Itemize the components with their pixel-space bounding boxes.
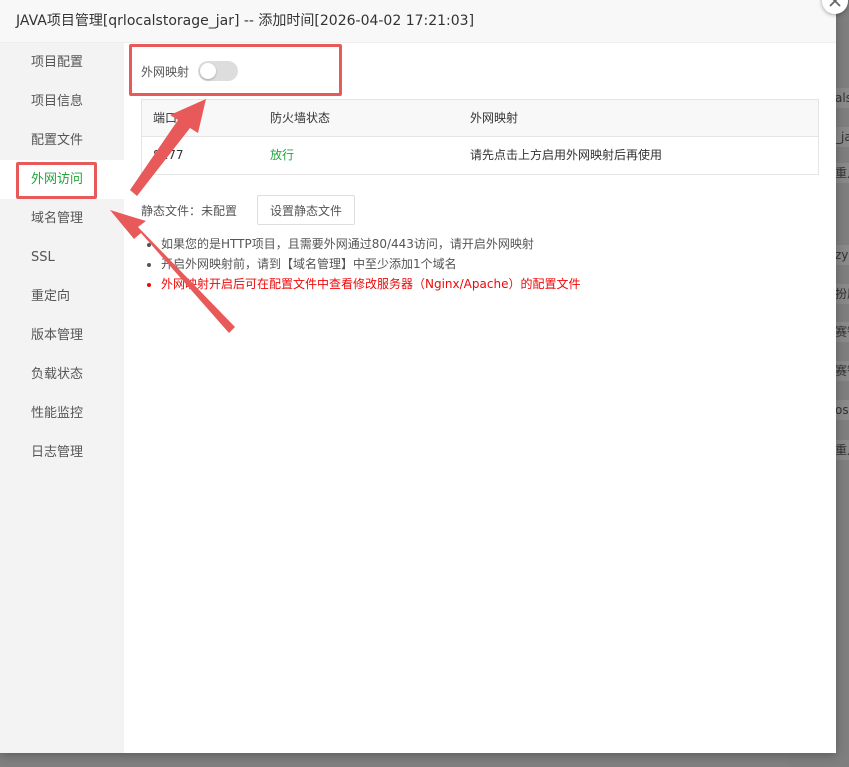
- help-note-warning: 外网映射开启后可在配置文件中查看修改服务器（Nginx/Apache）的配置文件: [161, 274, 580, 294]
- background-fragment: 重点: [835, 440, 849, 460]
- sidebar: 项目配置 项目信息 配置文件 外网访问 域名管理 SSL 重定向 版本管理 负载…: [0, 43, 124, 753]
- sidebar-item-redirect[interactable]: 重定向: [0, 277, 124, 316]
- background-fragment: osl: [835, 400, 849, 420]
- sidebar-item-performance-monitor[interactable]: 性能监控: [0, 394, 124, 433]
- help-notes: 如果您的是HTTP项目，且需要外网通过80/443访问，请开启外网映射 开启外网…: [145, 234, 580, 294]
- column-header-firewall: 防火墙状态: [270, 111, 331, 125]
- static-file-status: 静态文件：未配置: [141, 203, 238, 218]
- sidebar-item-config-file[interactable]: 配置文件: [0, 121, 124, 160]
- sidebar-item-log-management[interactable]: 日志管理: [0, 433, 124, 472]
- background-fragment: 赛智: [835, 322, 849, 342]
- background-fragment: 重点: [835, 163, 849, 183]
- main-content: 外网映射 端口 防火墙状态 外网映射 8177 放行 请先点击上方启用外网映射后…: [125, 43, 836, 753]
- background-fragment: als: [835, 88, 849, 108]
- port-table: 端口 防火墙状态 外网映射 8177 放行 请先点击上方启用外网映射后再使用: [141, 99, 819, 175]
- set-static-file-button[interactable]: 设置静态文件: [257, 195, 356, 225]
- sidebar-item-project-config[interactable]: 项目配置: [0, 43, 124, 82]
- sidebar-item-load-status[interactable]: 负载状态: [0, 355, 124, 394]
- dialog-title-bar[interactable]: JAVA项目管理[qrlocalstorage_jar] -- 添加时间[202…: [0, 0, 836, 43]
- help-note: 如果您的是HTTP项目，且需要外网通过80/443访问，请开启外网映射: [161, 234, 580, 254]
- column-header-port: 端口: [153, 111, 178, 125]
- table-row: 8177 放行 请先点击上方启用外网映射后再使用: [142, 137, 818, 174]
- sidebar-item-ssl[interactable]: SSL: [0, 238, 124, 277]
- annotation-box-toggle: [129, 44, 342, 96]
- mapping-cell: 请先点击上方启用外网映射后再使用: [470, 148, 663, 162]
- sidebar-item-version-management[interactable]: 版本管理: [0, 316, 124, 355]
- close-icon: [829, 0, 841, 7]
- background-fragment: zyh: [835, 245, 849, 265]
- background-fragment: 扮原: [835, 284, 849, 304]
- help-note: 开启外网映射前，请到【域名管理】中至少添加1个域名: [161, 254, 580, 274]
- dialog-title: JAVA项目管理[qrlocalstorage_jar] -- 添加时间[202…: [16, 13, 475, 29]
- column-header-mapping: 外网映射: [470, 111, 519, 125]
- sidebar-item-domain-management[interactable]: 域名管理: [0, 199, 124, 238]
- port-cell: 8177: [153, 148, 184, 162]
- static-file-row: 静态文件：未配置 设置静态文件: [141, 195, 356, 225]
- firewall-status-cell: 放行: [270, 148, 295, 162]
- table-header: 端口 防火墙状态 外网映射: [142, 100, 818, 137]
- background-fragment: _ja: [835, 127, 849, 147]
- project-dialog: JAVA项目管理[qrlocalstorage_jar] -- 添加时间[202…: [0, 0, 836, 753]
- sidebar-item-project-info[interactable]: 项目信息: [0, 82, 124, 121]
- annotation-box-sidebar: [16, 162, 97, 199]
- background-fragment: 赛智: [835, 361, 849, 381]
